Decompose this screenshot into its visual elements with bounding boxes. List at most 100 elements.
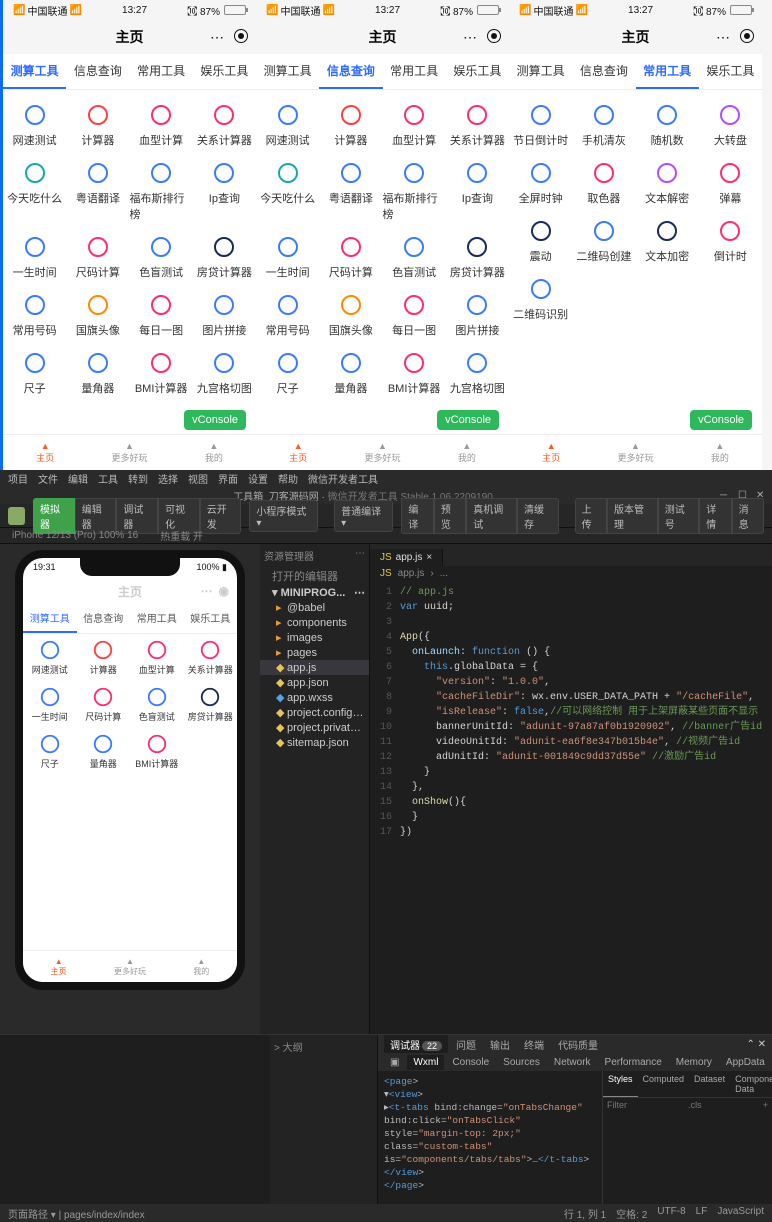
toolbar-right-btn[interactable]: 版本管理	[607, 498, 658, 534]
mode-select[interactable]: 小程序模式 ▾	[249, 500, 318, 532]
toolbar-right-btn[interactable]: 详情	[699, 498, 731, 534]
toolbar-right-btn[interactable]: 上传	[575, 498, 607, 534]
tool-item[interactable]: 尺子	[256, 344, 319, 402]
bottom-nav[interactable]: ▲主页▲更多好玩▲我的	[509, 434, 762, 470]
tool-item[interactable]: 文本解密	[636, 154, 699, 212]
vconsole-button[interactable]: vConsole	[690, 410, 752, 430]
category-tabs[interactable]: 测算工具信息查询常用工具娱乐工具	[509, 54, 762, 90]
tool-item[interactable]: 量角器	[66, 344, 129, 402]
bottomnav-item[interactable]: ▲主页	[3, 435, 87, 470]
tool-item[interactable]: 取色器	[572, 154, 635, 212]
explorer-item[interactable]: ◆app.wxss	[260, 690, 369, 705]
status-item[interactable]: LF	[696, 1206, 708, 1221]
sim-bottomnav-item[interactable]: ▲主页	[23, 951, 94, 982]
menu-item[interactable]: 界面	[218, 471, 238, 486]
tool-item[interactable]: 房贷计算器	[446, 228, 509, 286]
more-icon[interactable]: ⋯	[210, 29, 224, 46]
filter-input[interactable]: Filter	[607, 1100, 627, 1110]
sim-tool-item[interactable]: 色盲测试	[130, 681, 184, 728]
tab-3[interactable]: 娱乐工具	[193, 54, 256, 89]
devtools-inner-tab[interactable]: Memory	[670, 1055, 718, 1070]
wxml-tree[interactable]: <page> ▾<view> ▸<t-tabs bind:change="onT…	[378, 1071, 602, 1204]
toolbar-btn[interactable]: 调试器	[116, 498, 158, 534]
bottomnav-item[interactable]: ▲我的	[172, 435, 256, 470]
tab-3[interactable]: 娱乐工具	[699, 54, 762, 89]
tool-item[interactable]: 今天吃什么	[256, 154, 319, 228]
category-tabs[interactable]: 测算工具信息查询常用工具娱乐工具	[256, 54, 509, 90]
tool-item[interactable]: 色盲测试	[130, 228, 193, 286]
vconsole-button[interactable]: vConsole	[437, 410, 499, 430]
explorer-item[interactable]: ◆project.config.json	[260, 705, 369, 720]
tool-item[interactable]: 随机数	[636, 96, 699, 154]
explorer-item[interactable]: ▸pages	[260, 645, 369, 660]
menu-item[interactable]: 文件	[38, 471, 58, 486]
sim-tool-item[interactable]: 尺子	[23, 728, 77, 775]
devtools-inner-tab[interactable]: Console	[446, 1055, 495, 1070]
tool-item[interactable]: 手机清灰	[572, 96, 635, 154]
tool-item[interactable]: BMI计算器	[130, 344, 193, 402]
tool-item[interactable]: 关系计算器	[193, 96, 256, 154]
tool-item[interactable]: 尺子	[3, 344, 66, 402]
tool-item[interactable]: 每日一图	[130, 286, 193, 344]
tool-item[interactable]: 计算器	[66, 96, 129, 154]
bottomnav-item[interactable]: ▲主页	[256, 435, 340, 470]
editor-breadcrumb[interactable]: JSapp.js › ...	[370, 566, 772, 581]
sim-bottomnav-item[interactable]: ▲更多好玩	[94, 951, 165, 982]
bottom-nav[interactable]: ▲主页▲更多好玩▲我的	[3, 434, 256, 470]
tab-0[interactable]: 测算工具	[509, 54, 572, 89]
tool-item[interactable]: 房贷计算器	[193, 228, 256, 286]
explorer-item[interactable]: ◆project.private.config.js...	[260, 720, 369, 735]
inspect-icon[interactable]: ▣	[384, 1055, 405, 1070]
sim-tool-item[interactable]: 房贷计算器	[184, 681, 238, 728]
tab-3[interactable]: 娱乐工具	[446, 54, 509, 89]
bottomnav-item[interactable]: ▲我的	[678, 435, 762, 470]
sim-bottomnav-item[interactable]: ▲我的	[166, 951, 237, 982]
sim-tool-item[interactable]: 计算器	[77, 634, 131, 681]
target-icon[interactable]: ◉	[219, 584, 229, 598]
tab-1[interactable]: 信息查询	[319, 54, 382, 89]
devtools-inner-tab[interactable]: Network	[548, 1055, 597, 1070]
tool-item[interactable]: 血型计算	[130, 96, 193, 154]
ide-menu-bar[interactable]: 项目文件编辑工具转到选择视图界面设置帮助微信开发者工具	[0, 470, 772, 486]
tool-item[interactable]: 九宫格切图	[446, 344, 509, 402]
explorer-root[interactable]: ▾ MINIPROG... ⋯	[260, 585, 369, 600]
target-icon[interactable]	[487, 29, 501, 43]
tool-item[interactable]: 常用号码	[3, 286, 66, 344]
sim-tool-item[interactable]: 关系计算器	[184, 634, 238, 681]
tool-item[interactable]: 福布斯排行榜	[383, 154, 446, 228]
tool-item[interactable]: BMI计算器	[383, 344, 446, 402]
explorer-panel[interactable]: 资源管理器⋯ 打开的编辑器 ▾ MINIPROG... ⋯ ▸@babel▸co…	[260, 544, 370, 1034]
tool-item[interactable]: 每日一图	[383, 286, 446, 344]
sim-tab[interactable]: 信息查询	[77, 604, 131, 633]
more-icon[interactable]: ⋯	[201, 584, 213, 598]
tool-item[interactable]: 全屏时钟	[509, 154, 572, 212]
sim-tool-item[interactable]: 尺码计算	[77, 681, 131, 728]
explorer-item[interactable]: ▸components	[260, 615, 369, 630]
tool-item[interactable]: 文本加密	[636, 212, 699, 270]
tool-item[interactable]: 关系计算器	[446, 96, 509, 154]
devtools-collapse-icon[interactable]: ⌃ ✕	[746, 1039, 766, 1050]
toolbar-action[interactable]: 预览	[434, 498, 466, 534]
tool-item[interactable]: 弹幕	[699, 154, 762, 212]
tool-item[interactable]: 国旗头像	[66, 286, 129, 344]
tab-2[interactable]: 常用工具	[383, 54, 446, 89]
tool-item[interactable]: 一生时间	[256, 228, 319, 286]
toolbar-right-btn[interactable]: 消息	[732, 498, 764, 534]
compile-select[interactable]: 普通编译 ▾	[334, 500, 393, 532]
tool-item[interactable]: 震动	[509, 212, 572, 270]
tool-item[interactable]: 尺码计算	[66, 228, 129, 286]
toolbar-btn[interactable]: 云开发	[200, 498, 242, 534]
sim-tool-item[interactable]: 一生时间	[23, 681, 77, 728]
explorer-item[interactable]: ◆sitemap.json	[260, 735, 369, 750]
tool-item[interactable]: Ip查询	[446, 154, 509, 228]
sim-tool-item[interactable]: BMI计算器	[130, 728, 184, 775]
tool-item[interactable]: 尺码计算	[319, 228, 382, 286]
menu-item[interactable]: 编辑	[68, 471, 88, 486]
more-icon[interactable]: ⋯	[716, 29, 730, 46]
tool-item[interactable]: 倒计时	[699, 212, 762, 270]
explorer-item[interactable]: ◆app.js	[260, 660, 369, 675]
devtools-inner-tab[interactable]: Sources	[497, 1055, 546, 1070]
tool-item[interactable]: 今天吃什么	[3, 154, 66, 228]
tool-item[interactable]: 二维码创建	[572, 212, 635, 270]
status-path[interactable]: 页面路径 ▾ | pages/index/index	[8, 1206, 145, 1221]
